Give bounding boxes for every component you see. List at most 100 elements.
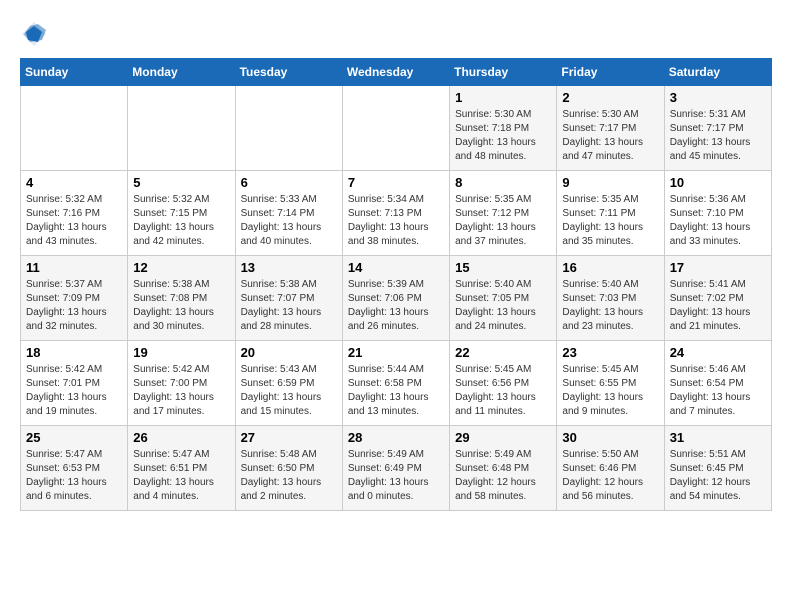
header-sunday: Sunday [21, 59, 128, 86]
day-number: 18 [26, 345, 122, 360]
calendar-table: SundayMondayTuesdayWednesdayThursdayFrid… [20, 58, 772, 511]
calendar-cell: 24 Sunrise: 5:46 AMSunset: 6:54 PMDayligh… [664, 341, 771, 426]
day-info: Sunrise: 5:47 AMSunset: 6:51 PMDaylight:… [133, 448, 229, 504]
day-info: Sunrise: 5:49 AMSunset: 6:48 PMDaylight:… [455, 448, 551, 504]
day-number: 15 [455, 260, 551, 275]
day-number: 21 [348, 345, 444, 360]
day-number: 11 [26, 260, 122, 275]
day-number: 12 [133, 260, 229, 275]
day-number: 6 [241, 175, 337, 190]
day-info: Sunrise: 5:30 AMSunset: 7:18 PMDaylight:… [455, 108, 551, 164]
day-number: 20 [241, 345, 337, 360]
day-number: 24 [670, 345, 766, 360]
day-number: 19 [133, 345, 229, 360]
day-number: 2 [562, 90, 658, 105]
calendar-cell: 17 Sunrise: 5:41 AMSunset: 7:02 PMDayligh… [664, 256, 771, 341]
header-row: SundayMondayTuesdayWednesdayThursdayFrid… [21, 59, 772, 86]
day-info: Sunrise: 5:33 AMSunset: 7:14 PMDaylight:… [241, 193, 337, 249]
calendar-cell: 2Sunrise: 5:30 AMSunset: 7:17 PMDaylight… [557, 86, 664, 171]
day-info: Sunrise: 5:32 AMSunset: 7:16 PMDaylight:… [26, 193, 122, 249]
week-row-2: 11 Sunrise: 5:37 AMSunset: 7:09 PMDayligh… [21, 256, 772, 341]
calendar-cell: 27Sunrise: 5:48 AMSunset: 6:50 PMDayligh… [235, 426, 342, 511]
day-number: 26 [133, 430, 229, 445]
calendar-cell: 30Sunrise: 5:50 AMSunset: 6:46 PMDayligh… [557, 426, 664, 511]
calendar-cell: 6 Sunrise: 5:33 AMSunset: 7:14 PMDaylight… [235, 171, 342, 256]
day-info: Sunrise: 5:34 AMSunset: 7:13 PMDaylight:… [348, 193, 444, 249]
calendar-header: SundayMondayTuesdayWednesdayThursdayFrid… [21, 59, 772, 86]
day-info: Sunrise: 5:42 AMSunset: 7:00 PMDaylight:… [133, 363, 229, 419]
day-info: Sunrise: 5:32 AMSunset: 7:15 PMDaylight:… [133, 193, 229, 249]
calendar-body: 1 Sunrise: 5:30 AMSunset: 7:18 PMDaylight… [21, 86, 772, 511]
calendar-cell: 5 Sunrise: 5:32 AMSunset: 7:15 PMDaylight… [128, 171, 235, 256]
day-info: Sunrise: 5:37 AMSunset: 7:09 PMDaylight:… [26, 278, 122, 334]
day-number: 31 [670, 430, 766, 445]
day-info: Sunrise: 5:40 AMSunset: 7:03 PMDaylight:… [562, 278, 658, 334]
day-number: 1 [455, 90, 551, 105]
day-number: 30 [562, 430, 658, 445]
day-number: 4 [26, 175, 122, 190]
day-number: 9 [562, 175, 658, 190]
calendar-cell: 14 Sunrise: 5:39 AMSunset: 7:06 PMDayligh… [342, 256, 449, 341]
header-friday: Friday [557, 59, 664, 86]
day-info: Sunrise: 5:49 AMSunset: 6:49 PMDaylight:… [348, 448, 444, 504]
day-info: Sunrise: 5:44 AMSunset: 6:58 PMDaylight:… [348, 363, 444, 419]
day-info: Sunrise: 5:42 AMSunset: 7:01 PMDaylight:… [26, 363, 122, 419]
day-number: 10 [670, 175, 766, 190]
day-number: 7 [348, 175, 444, 190]
day-info: Sunrise: 5:38 AMSunset: 7:08 PMDaylight:… [133, 278, 229, 334]
calendar-cell: 4 Sunrise: 5:32 AMSunset: 7:16 PMDaylight… [21, 171, 128, 256]
day-number: 13 [241, 260, 337, 275]
calendar-cell: 25Sunrise: 5:47 AMSunset: 6:53 PMDayligh… [21, 426, 128, 511]
calendar-cell [128, 86, 235, 171]
week-row-4: 25Sunrise: 5:47 AMSunset: 6:53 PMDayligh… [21, 426, 772, 511]
header-tuesday: Tuesday [235, 59, 342, 86]
day-info: Sunrise: 5:36 AMSunset: 7:10 PMDaylight:… [670, 193, 766, 249]
header-wednesday: Wednesday [342, 59, 449, 86]
calendar-cell [235, 86, 342, 171]
calendar-cell: 23Sunrise: 5:45 AMSunset: 6:55 PMDayligh… [557, 341, 664, 426]
calendar-cell: 8 Sunrise: 5:35 AMSunset: 7:12 PMDaylight… [450, 171, 557, 256]
day-info: Sunrise: 5:45 AMSunset: 6:55 PMDaylight:… [562, 363, 658, 419]
logo-icon [20, 20, 48, 48]
day-number: 28 [348, 430, 444, 445]
calendar-cell: 13 Sunrise: 5:38 AMSunset: 7:07 PMDayligh… [235, 256, 342, 341]
day-info: Sunrise: 5:39 AMSunset: 7:06 PMDaylight:… [348, 278, 444, 334]
calendar-cell: 9 Sunrise: 5:35 AMSunset: 7:11 PMDaylight… [557, 171, 664, 256]
week-row-0: 1 Sunrise: 5:30 AMSunset: 7:18 PMDaylight… [21, 86, 772, 171]
calendar-cell: 20 Sunrise: 5:43 AMSunset: 6:59 PMDayligh… [235, 341, 342, 426]
day-number: 22 [455, 345, 551, 360]
header-saturday: Saturday [664, 59, 771, 86]
day-info: Sunrise: 5:38 AMSunset: 7:07 PMDaylight:… [241, 278, 337, 334]
day-info: Sunrise: 5:35 AMSunset: 7:11 PMDaylight:… [562, 193, 658, 249]
day-number: 8 [455, 175, 551, 190]
day-number: 17 [670, 260, 766, 275]
calendar-cell: 21 Sunrise: 5:44 AMSunset: 6:58 PMDayligh… [342, 341, 449, 426]
day-number: 5 [133, 175, 229, 190]
calendar-cell: 11 Sunrise: 5:37 AMSunset: 7:09 PMDayligh… [21, 256, 128, 341]
day-info: Sunrise: 5:35 AMSunset: 7:12 PMDaylight:… [455, 193, 551, 249]
day-info: Sunrise: 5:46 AMSunset: 6:54 PMDaylight:… [670, 363, 766, 419]
day-number: 25 [26, 430, 122, 445]
calendar-cell: 7 Sunrise: 5:34 AMSunset: 7:13 PMDaylight… [342, 171, 449, 256]
header-thursday: Thursday [450, 59, 557, 86]
calendar-cell [342, 86, 449, 171]
calendar-cell: 3Sunrise: 5:31 AMSunset: 7:17 PMDaylight… [664, 86, 771, 171]
day-number: 16 [562, 260, 658, 275]
calendar-cell [21, 86, 128, 171]
day-info: Sunrise: 5:40 AMSunset: 7:05 PMDaylight:… [455, 278, 551, 334]
day-info: Sunrise: 5:41 AMSunset: 7:02 PMDaylight:… [670, 278, 766, 334]
week-row-1: 4 Sunrise: 5:32 AMSunset: 7:16 PMDaylight… [21, 171, 772, 256]
calendar-cell: 12 Sunrise: 5:38 AMSunset: 7:08 PMDayligh… [128, 256, 235, 341]
logo [20, 20, 52, 48]
day-number: 14 [348, 260, 444, 275]
day-number: 3 [670, 90, 766, 105]
day-info: Sunrise: 5:51 AMSunset: 6:45 PMDaylight:… [670, 448, 766, 504]
page-header [20, 20, 772, 48]
day-info: Sunrise: 5:45 AMSunset: 6:56 PMDaylight:… [455, 363, 551, 419]
calendar-cell: 18 Sunrise: 5:42 AMSunset: 7:01 PMDayligh… [21, 341, 128, 426]
calendar-cell: 22 Sunrise: 5:45 AMSunset: 6:56 PMDayligh… [450, 341, 557, 426]
day-info: Sunrise: 5:43 AMSunset: 6:59 PMDaylight:… [241, 363, 337, 419]
day-info: Sunrise: 5:48 AMSunset: 6:50 PMDaylight:… [241, 448, 337, 504]
calendar-cell: 31 Sunrise: 5:51 AMSunset: 6:45 PMDayligh… [664, 426, 771, 511]
calendar-cell: 1 Sunrise: 5:30 AMSunset: 7:18 PMDaylight… [450, 86, 557, 171]
